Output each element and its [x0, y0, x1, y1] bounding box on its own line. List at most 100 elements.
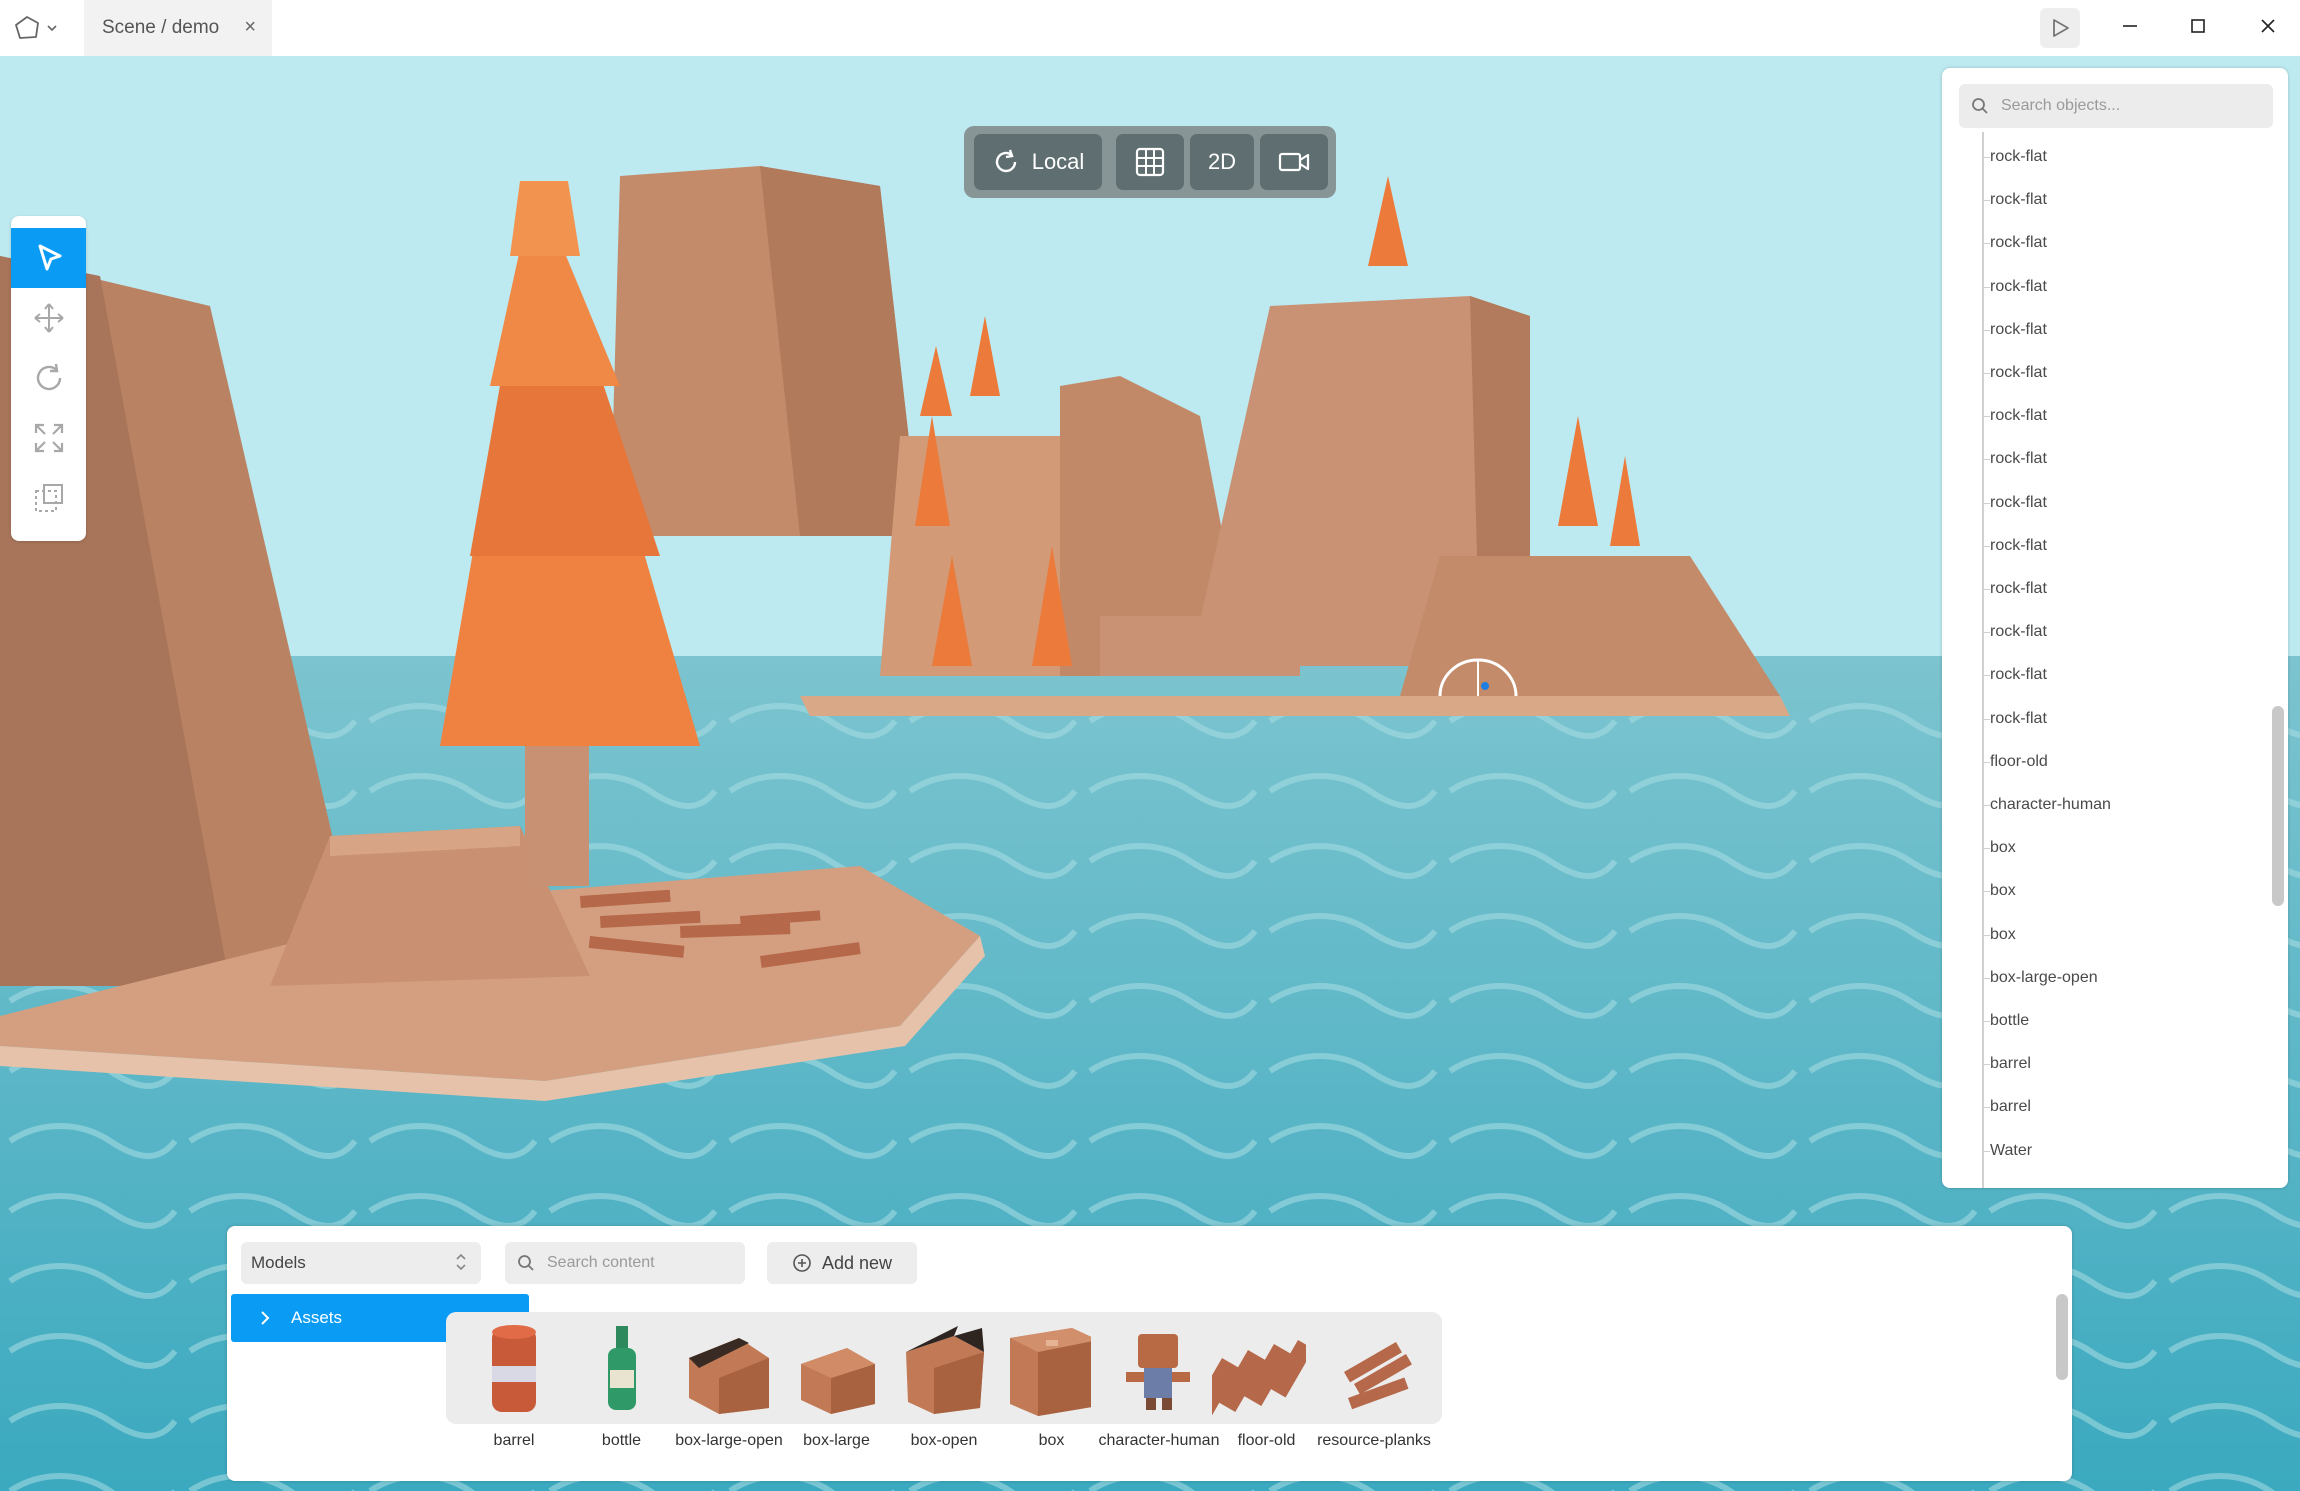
- bounding-box-tool-button[interactable]: [11, 468, 86, 528]
- tree-connector: [1982, 329, 1990, 331]
- close-icon: [2261, 19, 2275, 33]
- tree-connector: [1982, 1064, 1990, 1066]
- asset-label: resource-planks: [1317, 1432, 1431, 1449]
- tree-connector: [1982, 891, 1990, 893]
- scene-outliner: rock-flat rock-flat rock-flat rock-flat rock…: [1942, 68, 2288, 1188]
- outliner-item[interactable]: rock-flat: [1990, 619, 2047, 645]
- tree-connector: [1982, 502, 1990, 504]
- chevron-right-icon: [261, 1311, 270, 1325]
- outliner-item[interactable]: box: [1990, 922, 2016, 948]
- close-tab-icon[interactable]: ×: [244, 16, 256, 39]
- content-search-input[interactable]: [545, 1253, 729, 1273]
- tree-connector: [1982, 934, 1990, 936]
- outliner-item[interactable]: box: [1990, 835, 2016, 861]
- tree-connector: [1982, 459, 1990, 461]
- tree-connector: [1982, 1021, 1990, 1022]
- bounding-box-icon: [34, 484, 63, 512]
- tree-connector: [1982, 589, 1990, 590]
- content-type-select[interactable]: Models: [241, 1242, 481, 1284]
- tree-connector: [1982, 200, 1990, 202]
- title-bar: Scene / demo ×: [0, 0, 2300, 57]
- transform-tool-rail: [11, 216, 86, 541]
- outliner-item[interactable]: bottle: [1990, 1008, 2029, 1034]
- outliner-item[interactable]: rock-flat: [1990, 446, 2047, 472]
- outliner-item[interactable]: rock-flat: [1990, 662, 2047, 688]
- resource-planks-model-icon: [1306, 1312, 1442, 1424]
- scale-tool-button[interactable]: [11, 408, 86, 468]
- tree-connector: [1982, 848, 1990, 850]
- asset-scrollbar[interactable]: [2056, 1294, 2068, 1380]
- local-space-toggle[interactable]: Local: [974, 134, 1102, 190]
- outliner-item[interactable]: rock-flat: [1990, 706, 2047, 732]
- rotate-tool-button[interactable]: [11, 348, 86, 408]
- search-icon: [518, 1255, 534, 1271]
- tree-connector: [1982, 1150, 1990, 1152]
- plus-circle-icon: [793, 1254, 811, 1272]
- app-logo-icon: [15, 16, 39, 39]
- tree-connector: [1982, 805, 1990, 806]
- app-menu-button[interactable]: [14, 13, 64, 43]
- outliner-scrollbar[interactable]: [2272, 706, 2284, 906]
- tree-connector: [1982, 286, 1990, 288]
- tab-scene-demo[interactable]: Scene / demo ×: [84, 0, 272, 56]
- select-tool-button[interactable]: [11, 228, 86, 288]
- add-new-button[interactable]: Add new: [767, 1242, 917, 1284]
- search-icon: [1972, 98, 1988, 114]
- outliner-item[interactable]: rock-flat: [1990, 403, 2047, 429]
- tree-connector: [1982, 718, 1990, 720]
- outliner-search-input[interactable]: [1999, 96, 2243, 116]
- move-tool-button[interactable]: [11, 288, 86, 348]
- tree-connector: [1982, 157, 1990, 158]
- play-button[interactable]: [2040, 8, 2080, 48]
- move-arrows-icon: [33, 303, 64, 333]
- outliner-item[interactable]: box-large-open: [1990, 965, 2098, 991]
- updown-chevron-icon: [456, 1253, 466, 1271]
- outliner-item[interactable]: rock-flat: [1990, 274, 2047, 300]
- scale-icon: [34, 423, 63, 453]
- minimize-icon: [2123, 25, 2137, 27]
- camera-button[interactable]: [1260, 134, 1328, 190]
- grid-icon: [1135, 147, 1165, 177]
- outliner-item[interactable]: barrel: [1990, 1094, 2031, 1120]
- maximize-button[interactable]: [2174, 8, 2222, 44]
- refresh-icon: [995, 149, 1016, 173]
- close-window-button[interactable]: [2244, 8, 2292, 44]
- tree-connector: [1982, 977, 1990, 979]
- outliner-search[interactable]: [1959, 84, 2273, 128]
- outliner-item[interactable]: rock-flat: [1990, 144, 2047, 170]
- tree-connector: [1982, 373, 1990, 374]
- 2d-mode-button[interactable]: 2D: [1190, 134, 1254, 190]
- content-type-value: Models: [251, 1253, 306, 1272]
- 2d-mode-label: 2D: [1207, 149, 1237, 174]
- outliner-item[interactable]: box: [1990, 878, 2016, 904]
- tree-connector: [1982, 1107, 1990, 1109]
- outliner-item[interactable]: rock-flat: [1990, 533, 2047, 559]
- outliner-item[interactable]: rock-flat: [1990, 230, 2047, 256]
- outliner-item[interactable]: floor-old: [1990, 749, 2048, 775]
- video-camera-icon: [1278, 152, 1310, 172]
- outliner-item[interactable]: rock-flat: [1990, 576, 2047, 602]
- outliner-tree-line: [1982, 132, 1984, 1188]
- tree-connector: [1982, 243, 1990, 245]
- asset-card-resource-planks[interactable]: resource-planks: [1306, 1312, 1442, 1470]
- tree-connector: [1982, 761, 1990, 763]
- outliner-item[interactable]: rock-flat: [1990, 187, 2047, 213]
- tree-connector: [1982, 632, 1990, 634]
- folder-label: Assets: [291, 1308, 343, 1327]
- local-space-label: Local: [1031, 149, 1085, 174]
- outliner-item[interactable]: rock-flat: [1990, 317, 2047, 343]
- viewport-toolbar: Local 2D: [964, 126, 1336, 198]
- add-new-label: Add new: [821, 1252, 893, 1273]
- tree-connector: [1982, 416, 1990, 418]
- minimize-button[interactable]: [2106, 8, 2154, 44]
- outliner-item[interactable]: barrel: [1990, 1051, 2031, 1077]
- content-search[interactable]: [505, 1242, 745, 1284]
- outliner-item[interactable]: rock-flat: [1990, 490, 2047, 516]
- rotate-icon: [36, 363, 61, 391]
- outliner-item[interactable]: Water: [1990, 1138, 2032, 1164]
- grid-toggle-button[interactable]: [1116, 134, 1184, 190]
- asset-browser: Models Add new Assets barrelbottlebox-la…: [227, 1226, 2072, 1481]
- outliner-item[interactable]: character-human: [1990, 792, 2111, 818]
- outliner-item[interactable]: rock-flat: [1990, 360, 2047, 386]
- maximize-icon: [2191, 19, 2205, 33]
